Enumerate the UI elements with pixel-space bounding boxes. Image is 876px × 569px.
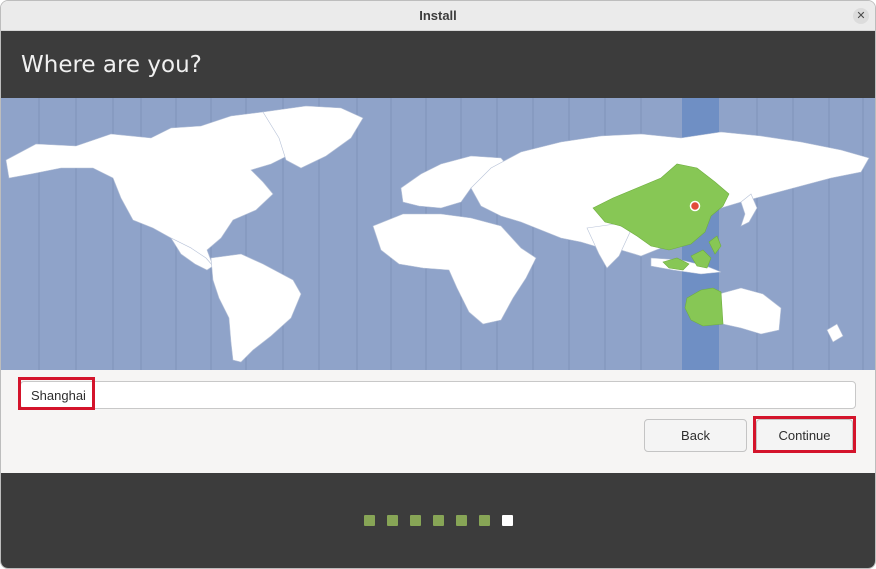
- progress-step: [456, 515, 467, 526]
- progress-step: [410, 515, 421, 526]
- progress-step: [479, 515, 490, 526]
- footer-bar: [1, 473, 875, 568]
- land-masses: [5, 105, 870, 363]
- timezone-input[interactable]: [20, 381, 856, 409]
- timezone-map[interactable]: [1, 98, 875, 370]
- progress-step: [364, 515, 375, 526]
- world-map-graphic[interactable]: [1, 98, 875, 370]
- window-title: Install: [419, 8, 457, 23]
- progress-step-current: [502, 515, 513, 526]
- progress-step: [387, 515, 398, 526]
- back-button[interactable]: Back: [644, 419, 747, 452]
- timezone-panel: Back Continue: [1, 370, 875, 473]
- installer-window: Install ✕ Where are you? Shanghai Back C…: [0, 0, 876, 569]
- page-title: Where are you?: [21, 52, 202, 78]
- progress-indicator: [364, 515, 513, 526]
- close-icon[interactable]: ✕: [853, 8, 869, 24]
- progress-step: [433, 515, 444, 526]
- continue-button[interactable]: Continue: [756, 419, 853, 452]
- title-bar: Install ✕: [1, 1, 875, 31]
- selected-city-marker: [689, 200, 701, 212]
- page-header: Where are you?: [1, 31, 875, 98]
